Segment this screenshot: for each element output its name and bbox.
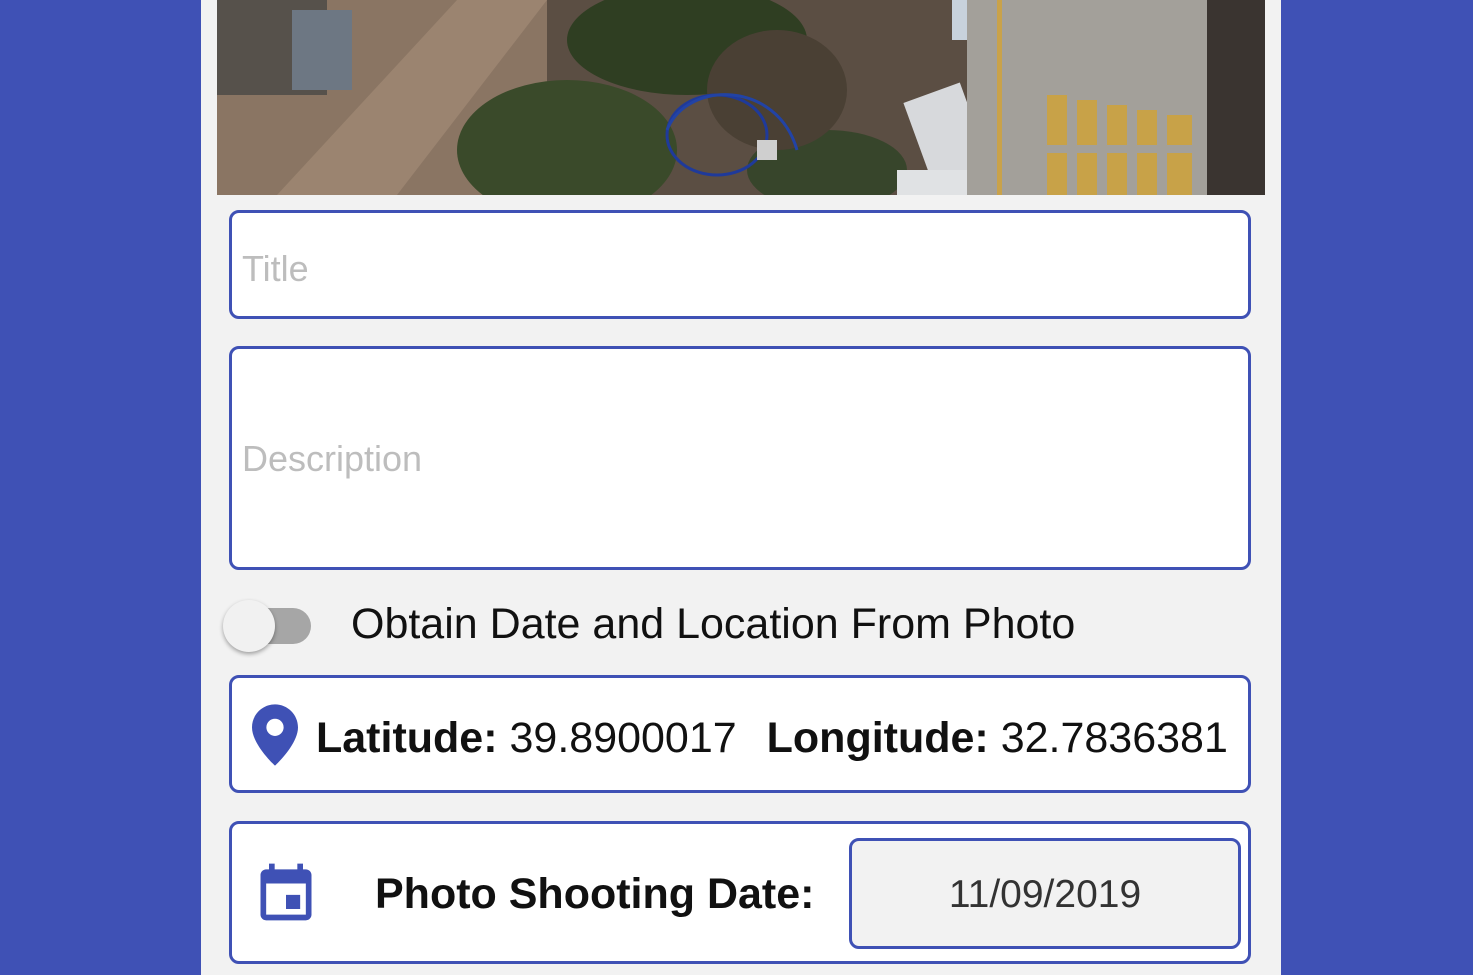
obtain-from-photo-label: Obtain Date and Location From Photo <box>351 600 1076 648</box>
coordinates: Latitude: 39.8900017 Longitude: 32.78363… <box>316 714 1228 763</box>
longitude-label: Longitude: <box>766 714 989 762</box>
app-screen: Obtain Date and Location From Photo Lati… <box>201 0 1281 975</box>
obtain-from-photo-row: Obtain Date and Location From Photo <box>223 592 1223 656</box>
photo-preview[interactable] <box>217 0 1265 195</box>
obtain-from-photo-switch[interactable] <box>223 598 315 654</box>
shooting-date-card: Photo Shooting Date: 11/09/2019 <box>229 821 1251 964</box>
description-input[interactable] <box>242 435 1238 483</box>
calendar-icon <box>260 863 312 921</box>
longitude-value: 32.7836381 <box>1000 714 1228 762</box>
latitude-label: Latitude: <box>316 714 498 762</box>
shooting-date-value: 11/09/2019 <box>948 873 1142 916</box>
latitude-value: 39.8900017 <box>509 714 737 762</box>
title-field <box>229 210 1251 319</box>
location-card: Latitude: 39.8900017 Longitude: 32.78363… <box>229 675 1251 793</box>
shooting-date-picker[interactable]: 11/09/2019 <box>849 838 1241 949</box>
shooting-date-label: Photo Shooting Date: <box>375 870 815 918</box>
title-input[interactable] <box>242 247 1238 291</box>
description-field <box>229 346 1251 570</box>
location-pin-icon <box>252 704 298 766</box>
switch-thumb <box>223 600 275 652</box>
